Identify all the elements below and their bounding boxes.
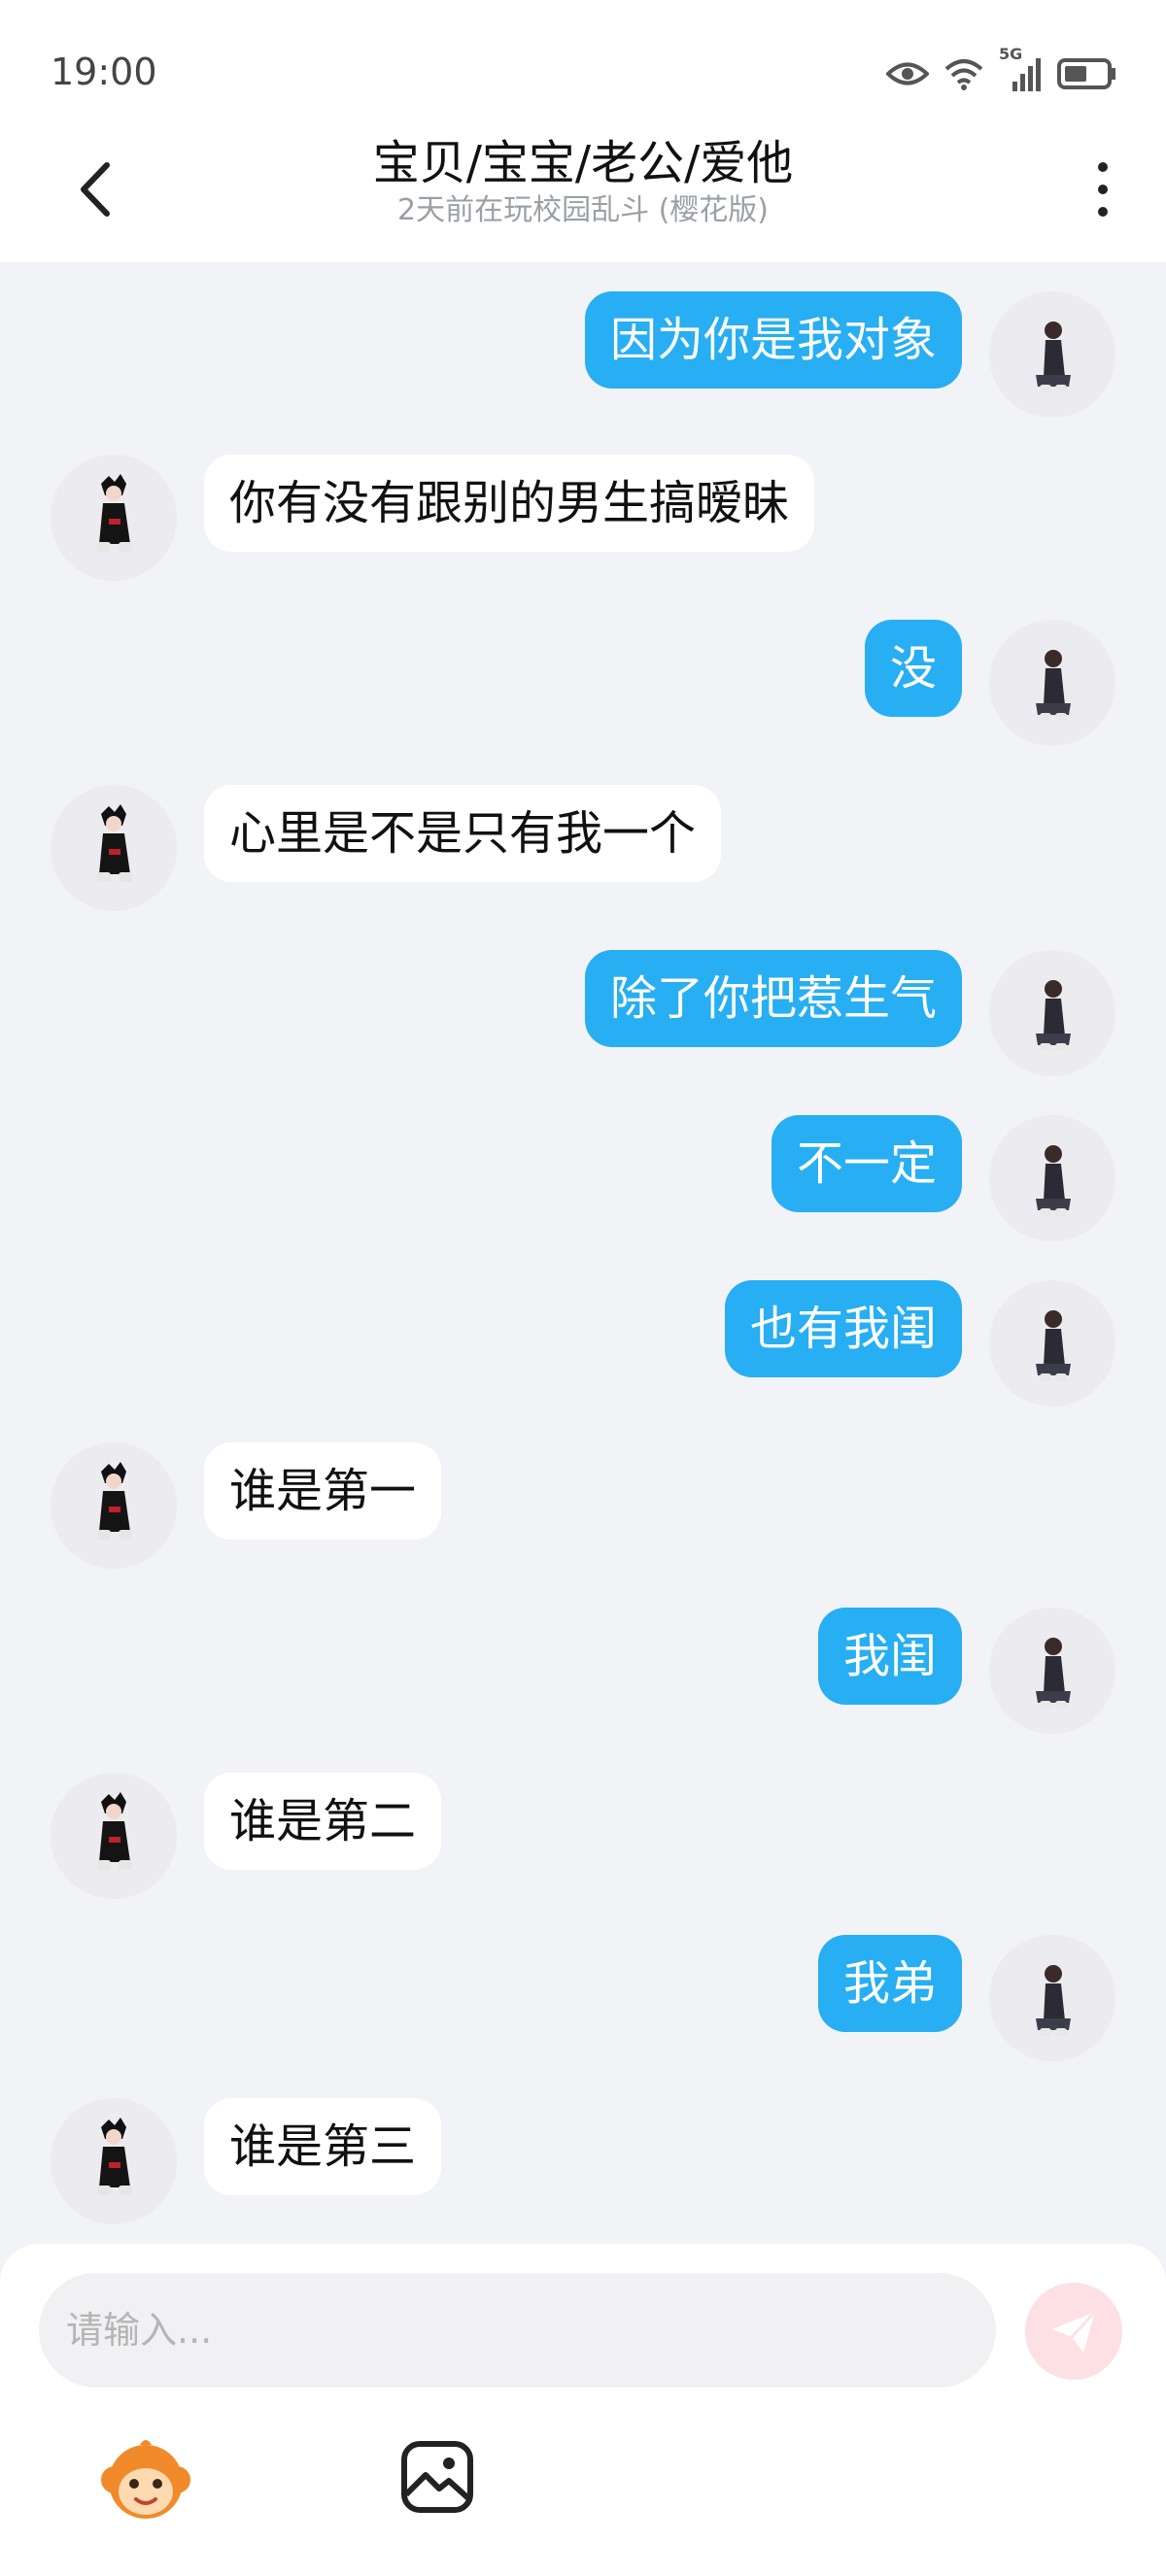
avatar[interactable] [51,2098,177,2224]
status-icons: 5G [886,45,1117,93]
message-bubble-incoming[interactable]: 谁是第二 [204,1773,442,1870]
message-bubble-outgoing[interactable]: 没 [864,620,962,717]
message-bubble-outgoing[interactable]: 也有我闺 [724,1280,962,1377]
send-icon [1052,2310,1097,2353]
message-bubble-outgoing[interactable]: 因为你是我对象 [584,291,962,389]
avatar[interactable] [51,455,177,581]
message-bubble-outgoing[interactable]: 不一定 [771,1115,962,1212]
composer [0,2244,1166,2576]
chat-header: 宝贝/宝宝/老公/爱他 2天前在玩校园乱斗 (樱花版) [0,117,1166,262]
message-bubble-incoming[interactable]: 谁是第三 [204,2098,442,2195]
avatar[interactable] [989,1935,1115,2061]
back-button[interactable] [68,155,126,223]
status-time: 19:00 [51,51,157,93]
wifi-icon [944,59,983,90]
avatar-image [989,1608,1115,1734]
image-button[interactable] [398,2438,476,2516]
avatar-image [989,620,1115,746]
avatar-image [51,2098,177,2224]
avatar-image [989,1115,1115,1241]
message-list[interactable]: 因为你是我对象 你有没有跟别的男生搞暧昧 没 心里是不是只有我一个 除了你把惹生… [0,262,1166,2244]
title-block: 宝贝/宝宝/老公/爱他 2天前在玩校园乱斗 (樱花版) [233,134,933,229]
message-bubble-outgoing[interactable]: 除了你把惹生气 [584,950,962,1047]
message-bubble-incoming[interactable]: 你有没有跟别的男生搞暧昧 [204,455,815,552]
eye-icon [886,62,929,85]
signal-icon: 5G [999,45,1042,93]
avatar-image [51,1442,177,1569]
avatar-image [51,455,177,581]
message-input[interactable] [39,2273,996,2388]
avatar-image [51,1773,177,1899]
monkey-sticker-icon [101,2440,190,2519]
avatar-image [989,291,1115,418]
avatar[interactable] [989,620,1115,746]
send-button[interactable] [1025,2283,1122,2380]
message-bubble-incoming[interactable]: 谁是第一 [204,1442,442,1540]
avatar-image [989,1935,1115,2061]
avatar-image [51,785,177,911]
avatar[interactable] [51,785,177,911]
chat-title: 宝贝/宝宝/老公/爱他 [372,136,794,190]
battery-icon [1057,58,1115,89]
avatar[interactable] [989,291,1115,418]
more-vertical-icon [1098,162,1108,217]
avatar[interactable] [989,1608,1115,1734]
message-bubble-outgoing[interactable]: 我闺 [817,1608,962,1705]
more-options-button[interactable] [1088,155,1117,223]
message-bubble-incoming[interactable]: 心里是不是只有我一个 [204,785,722,882]
avatar[interactable] [989,1280,1115,1407]
image-icon [401,2441,473,2513]
avatar-image [989,1280,1115,1407]
avatar[interactable] [989,950,1115,1076]
chevron-left-icon [81,162,110,217]
message-bubble-outgoing[interactable]: 我弟 [817,1935,962,2032]
avatar[interactable] [51,1442,177,1569]
avatar[interactable] [51,1773,177,1899]
chat-subtitle: 2天前在玩校园乱斗 (樱花版) [396,193,770,227]
sticker-button[interactable] [97,2433,194,2530]
avatar[interactable] [989,1115,1115,1241]
avatar-image [989,950,1115,1076]
